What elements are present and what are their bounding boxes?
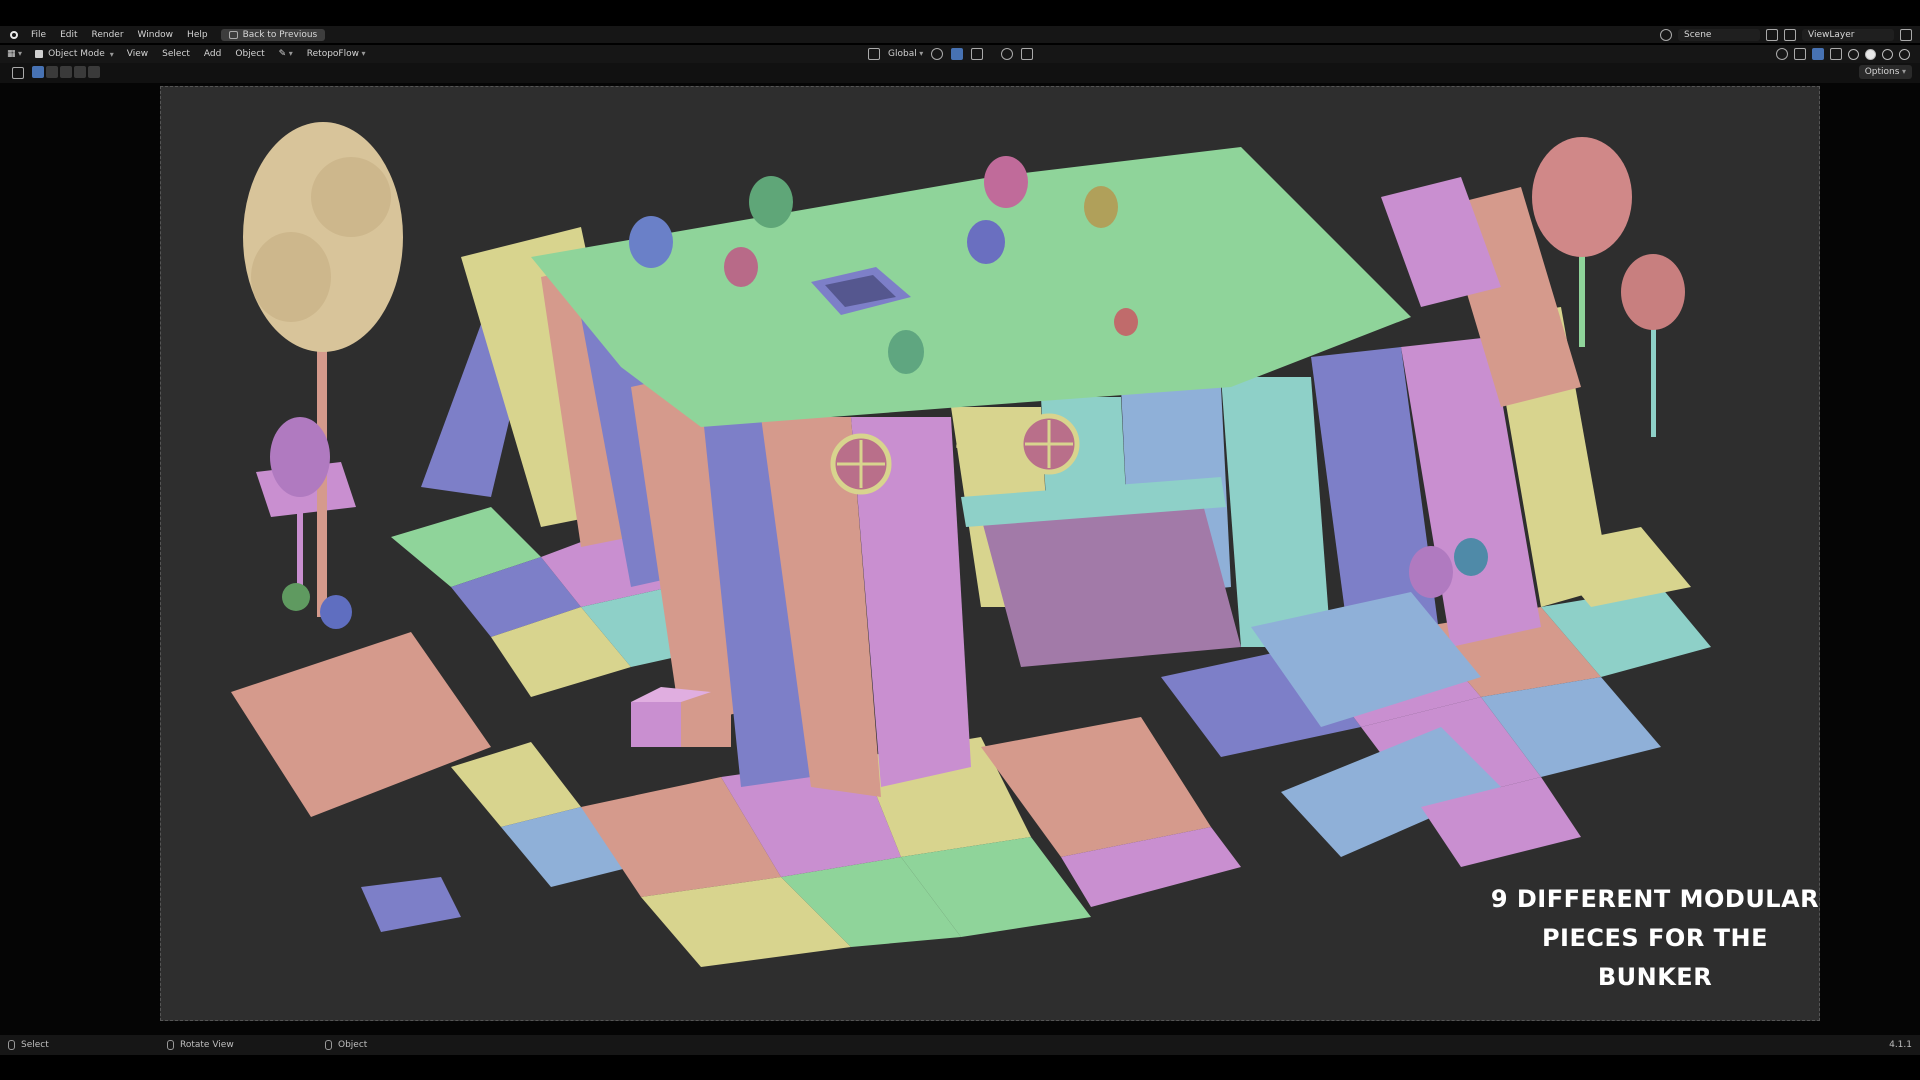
- menu-add[interactable]: Add: [197, 49, 228, 59]
- snap-icon[interactable]: [951, 48, 964, 60]
- snap-target-icon[interactable]: [971, 48, 984, 60]
- promo-caption: 9 DIFFERENT MODULAR PIECES FOR THE BUNKE…: [1490, 880, 1820, 997]
- view-layer-icon[interactable]: [1784, 28, 1796, 41]
- caption-line-2: PIECES FOR THE BUNKER: [1541, 924, 1769, 991]
- scene-selectors: Scene ViewLayer: [1660, 26, 1920, 43]
- menu-render[interactable]: Render: [85, 30, 131, 40]
- status-rotate: Rotate View: [167, 1040, 234, 1050]
- scene-icon[interactable]: [1660, 28, 1672, 41]
- retopoflow-menu[interactable]: RetopoFlow: [300, 49, 373, 59]
- status-select: Select: [8, 1040, 49, 1050]
- mouse-middle-icon: [167, 1040, 174, 1050]
- menu-edit[interactable]: Edit: [53, 30, 84, 40]
- view-layer-label: ViewLayer: [1808, 29, 1855, 40]
- transform-orientation-icon[interactable]: [868, 48, 880, 60]
- visibility-icon[interactable]: [1776, 48, 1788, 60]
- top-menubar: File Edit Render Window Help Back to Pre…: [0, 26, 1920, 43]
- letterbox-top: [0, 0, 1920, 26]
- caption-line-1: 9 DIFFERENT MODULAR: [1490, 885, 1820, 913]
- selection-mode-buttons: [32, 66, 100, 78]
- mode-dropdown[interactable]: Object Mode: [29, 49, 120, 59]
- menu-object[interactable]: Object: [228, 49, 271, 59]
- back-to-previous-label: Back to Previous: [242, 29, 318, 40]
- editor-type-icon[interactable]: ▦: [0, 49, 29, 59]
- blender-logo-icon[interactable]: [8, 29, 20, 41]
- overlays-icon[interactable]: [1812, 48, 1824, 60]
- xray-icon[interactable]: [1830, 48, 1842, 60]
- menu-help[interactable]: Help: [180, 30, 215, 40]
- mouse-left-icon: [8, 1040, 15, 1050]
- material-shading-icon[interactable]: [1882, 48, 1893, 60]
- select-invert-icon[interactable]: [74, 66, 86, 78]
- transform-orientation-dropdown[interactable]: Global: [888, 49, 923, 59]
- gizmo-icon[interactable]: [1794, 48, 1806, 60]
- status-select-label: Select: [21, 1040, 49, 1050]
- falloff-icon[interactable]: [1021, 48, 1034, 60]
- menu-window[interactable]: Window: [131, 30, 181, 40]
- transform-tools: Global: [868, 45, 1034, 63]
- back-to-previous-button[interactable]: Back to Previous: [220, 28, 326, 41]
- wireframe-shading-icon[interactable]: [1848, 48, 1859, 60]
- tool-settings-bar: [0, 63, 1920, 83]
- menu-select[interactable]: Select: [155, 49, 197, 59]
- brush-icon[interactable]: ✎: [272, 49, 300, 59]
- menu-view[interactable]: View: [120, 49, 155, 59]
- rendered-shading-icon[interactable]: [1899, 48, 1910, 60]
- header-toolbar: ▦ Object Mode View Select Add Object ✎ R…: [0, 45, 1920, 63]
- screen-icon: [228, 30, 238, 39]
- status-object-label: Object: [338, 1040, 368, 1050]
- solid-shading-icon[interactable]: [1865, 48, 1876, 60]
- select-new-icon[interactable]: [32, 66, 44, 78]
- select-extend-icon[interactable]: [46, 66, 58, 78]
- scene-label: Scene: [1684, 29, 1712, 40]
- options-dropdown[interactable]: Options: [1858, 65, 1912, 79]
- select-subtract-icon[interactable]: [60, 66, 72, 78]
- new-scene-icon[interactable]: [1766, 28, 1778, 41]
- status-object: Object: [325, 1040, 367, 1050]
- new-view-layer-icon[interactable]: [1900, 28, 1912, 41]
- version-label: 4.1.1: [1889, 1040, 1912, 1050]
- viewport-display-tools: [1776, 45, 1910, 63]
- pivot-point-icon[interactable]: [931, 48, 944, 60]
- mouse-right-icon: [325, 1040, 332, 1050]
- select-box-tool-icon[interactable]: [12, 67, 24, 79]
- status-rotate-label: Rotate View: [180, 1040, 234, 1050]
- status-bar: Select Rotate View Object 4.1.1: [0, 1035, 1920, 1055]
- letterbox-bottom: [0, 1055, 1920, 1080]
- menu-file[interactable]: File: [24, 30, 53, 40]
- sign-text: T-01: [956, 439, 1016, 472]
- proportional-editing-icon[interactable]: [1001, 48, 1014, 60]
- view-layer-field[interactable]: ViewLayer: [1802, 28, 1894, 41]
- mode-label: Object Mode: [48, 49, 105, 59]
- scene-field[interactable]: Scene: [1678, 28, 1760, 41]
- object-mode-icon: [35, 50, 44, 58]
- select-intersect-icon[interactable]: [88, 66, 100, 78]
